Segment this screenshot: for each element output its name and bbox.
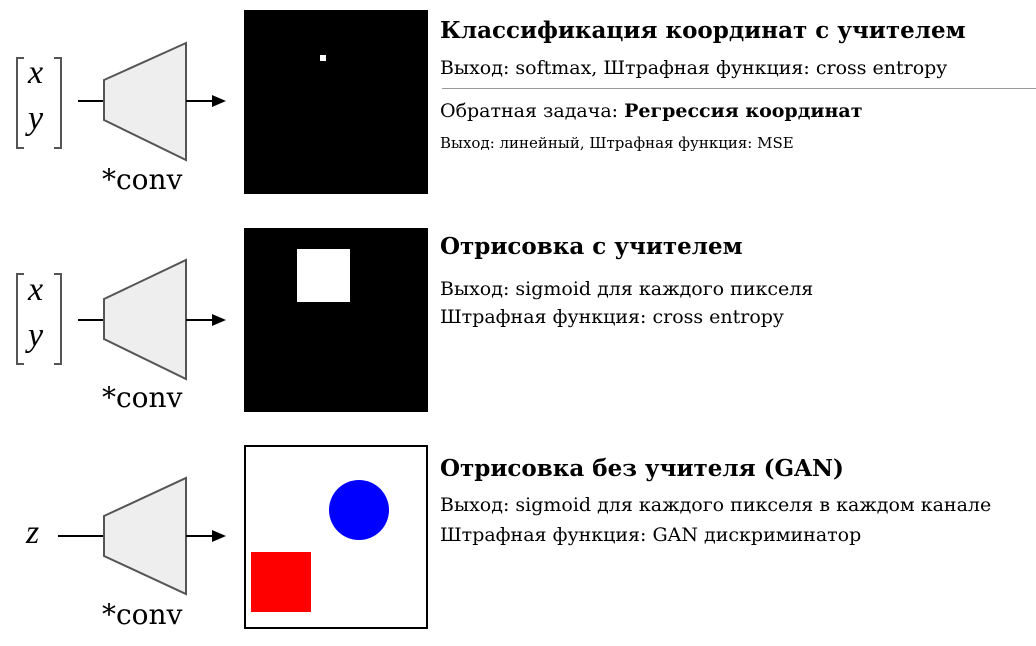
vector-right-bracket (54, 57, 62, 149)
output-arrow-head (212, 530, 226, 542)
conv-network-trapezoid (103, 258, 187, 381)
input-symbol-y: y (28, 100, 44, 137)
vector-left-bracket (16, 273, 24, 365)
divider (442, 88, 1036, 89)
blue-circle (329, 480, 389, 540)
row-title: Отрисовка с учителем (440, 233, 743, 260)
row-line-2: Штрафная функция: GAN дискриминатор (440, 524, 862, 546)
white-square (297, 249, 350, 302)
diagram: z *conv (0, 436, 440, 646)
network-drawing (16, 10, 428, 194)
row-title: Классификация координат с учителем (440, 17, 966, 44)
network-drawing (58, 445, 428, 629)
output-arrow-head (212, 314, 226, 326)
row-line-1: Выход: sigmoid для каждого пикселя в каж… (440, 494, 992, 516)
row-title: Отрисовка без учителя (GAN) (440, 455, 844, 482)
input-symbol-x: x (28, 54, 44, 91)
input-symbol-x: x (28, 271, 44, 308)
diagram: x y *conv (0, 0, 440, 210)
conv-network-trapezoid (103, 476, 187, 596)
output-arrow-head (212, 95, 226, 107)
inverse-task-prefix: Обратная задача: (440, 100, 625, 122)
conv-label: *conv (102, 598, 183, 631)
inverse-task-title: Регрессия координат (624, 100, 863, 122)
vector-left-bracket (16, 57, 24, 149)
diagram: x y *conv (0, 218, 440, 428)
inverse-task-line: Обратная задача: Регрессия координат (440, 98, 862, 124)
row-line-1: Выход: sigmoid для каждого пикселя (440, 278, 814, 300)
coordinate-pixel (320, 55, 326, 61)
row-gan-rendering: z *conv Отрисовка без учителя (GAN) Выхо… (0, 436, 1036, 646)
row-line-1: Выход: softmax, Штрафная функция: cross … (440, 57, 948, 79)
conv-network-trapezoid (103, 41, 187, 162)
conv-label: *conv (102, 381, 183, 414)
vector-right-bracket (54, 273, 62, 365)
row-line-2: Штрафная функция: cross entropy (440, 306, 784, 328)
inverse-task-details: Выход: линейный, Штрафная функция: MSE (440, 134, 794, 152)
input-symbol-z: z (26, 514, 40, 551)
network-drawing (16, 228, 428, 412)
red-square (251, 552, 311, 612)
conv-label: *conv (102, 163, 183, 196)
output-canvas (244, 10, 428, 194)
row-supervised-rendering: x y *conv Отрисовка с учителем Выход: si… (0, 218, 1036, 428)
input-symbol-y: y (28, 317, 44, 354)
row-coordinate-classification: x y *conv Классификация координат с учит… (0, 0, 1036, 210)
